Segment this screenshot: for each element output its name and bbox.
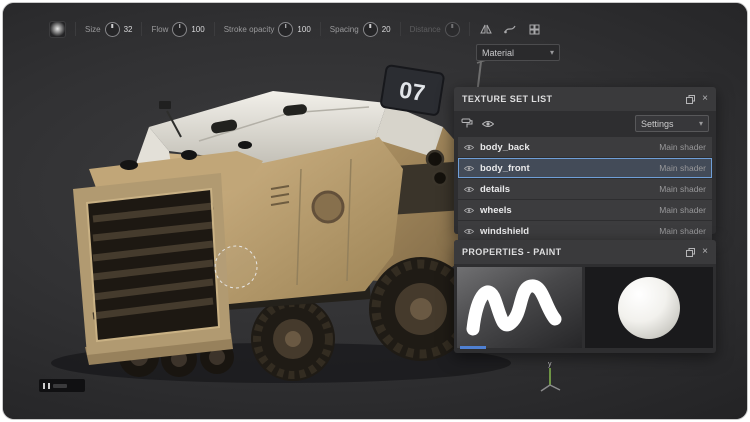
texture-set-name: body_back: [480, 142, 530, 153]
float-panel-icon[interactable]: [686, 95, 695, 104]
spacing-control[interactable]: Spacing 20: [330, 22, 391, 37]
visibility-eye-icon[interactable]: [464, 144, 474, 151]
size-value: 32: [124, 25, 133, 34]
material-dropdown[interactable]: Material ▾: [476, 44, 560, 61]
texture-set-row[interactable]: body_back Main shader: [458, 137, 712, 157]
texture-set-rows: body_back Main shader body_front Main sh…: [454, 136, 716, 243]
brush-stroke-preview[interactable]: [457, 267, 582, 348]
visibility-eye-icon[interactable]: [464, 228, 474, 235]
texture-set-row[interactable]: wheels Main shader: [458, 200, 712, 220]
texture-set-list-header: TEXTURE SET LIST ×: [454, 87, 716, 111]
vehicle-number: 07: [398, 76, 427, 106]
pause-button[interactable]: [39, 379, 85, 392]
stroke-opacity-knob[interactable]: [278, 22, 293, 37]
texture-set-name: windshield: [480, 226, 529, 237]
material-sphere-preview[interactable]: [585, 267, 713, 348]
texture-set-name: details: [480, 184, 510, 195]
pause-icon: [48, 383, 50, 389]
visibility-eye-icon[interactable]: [464, 165, 474, 172]
visibility-eye-icon[interactable]: [464, 186, 474, 193]
settings-dropdown[interactable]: Settings ▾: [635, 115, 709, 132]
material-dropdown-label: Material: [482, 48, 514, 58]
texture-set-shader: Main shader: [659, 163, 706, 173]
flow-label: Flow: [151, 25, 168, 34]
properties-header: PROPERTIES - PAINT ×: [454, 240, 716, 264]
stroke-opacity-control[interactable]: Stroke opacity 100: [224, 22, 311, 37]
spacing-value: 20: [382, 25, 391, 34]
texture-set-row[interactable]: details Main shader: [458, 179, 712, 199]
distance-control[interactable]: Distance: [410, 22, 460, 37]
close-icon[interactable]: ×: [702, 247, 708, 257]
divider: [141, 22, 142, 36]
properties-paint-panel: PROPERTIES - PAINT ×: [454, 240, 716, 353]
stroke-opacity-value: 100: [297, 25, 310, 34]
distance-knob[interactable]: [445, 22, 460, 37]
divider: [400, 22, 401, 36]
texture-set-toolbar: Settings ▾: [454, 111, 716, 136]
distance-label: Distance: [410, 25, 441, 34]
spacing-knob[interactable]: [363, 22, 378, 37]
flow-control[interactable]: Flow 100: [151, 22, 204, 37]
scroll-indicator[interactable]: [460, 346, 486, 349]
spacing-label: Spacing: [330, 25, 359, 34]
app-window: 07 y Size 32 Flow: [2, 2, 748, 420]
texture-set-list-panel: TEXTURE SET LIST × Settings ▾ body_back …: [454, 87, 716, 234]
brush-cursor: [215, 246, 257, 288]
texture-set-row[interactable]: body_front Main shader: [458, 158, 712, 178]
texture-set-row[interactable]: windshield Main shader: [458, 221, 712, 241]
properties-body: [454, 264, 716, 351]
close-icon[interactable]: ×: [702, 94, 708, 104]
grid-icon[interactable]: [527, 22, 542, 37]
visibility-eye-icon[interactable]: [464, 207, 474, 214]
texture-set-shader: Main shader: [659, 184, 706, 194]
size-label: Size: [85, 25, 101, 34]
panel-title: TEXTURE SET LIST: [462, 94, 679, 104]
eye-icon[interactable]: [482, 120, 494, 128]
divider: [75, 22, 76, 36]
axis-y-label: y: [548, 361, 552, 368]
texture-set-shader: Main shader: [659, 226, 706, 236]
panel-title: PROPERTIES - PAINT: [462, 247, 679, 257]
chip-decoration: [53, 384, 67, 388]
lazy-mouse-icon[interactable]: [503, 22, 518, 37]
pause-icon: [43, 383, 45, 389]
stroke-opacity-label: Stroke opacity: [224, 25, 275, 34]
chevron-down-icon: ▾: [699, 120, 703, 128]
symmetry-icon[interactable]: [479, 22, 494, 37]
size-control[interactable]: Size 32: [85, 22, 132, 37]
chevron-down-icon: ▾: [550, 49, 554, 57]
axis-gizmo[interactable]: y: [537, 359, 565, 393]
divider: [469, 22, 470, 36]
divider: [214, 22, 215, 36]
float-panel-icon[interactable]: [686, 248, 695, 257]
texture-set-shader: Main shader: [659, 205, 706, 215]
brush-tip-preview-icon[interactable]: [49, 21, 66, 38]
material-sphere: [618, 277, 680, 339]
texture-set-name: wheels: [480, 205, 512, 216]
divider: [320, 22, 321, 36]
paint-roller-icon[interactable]: [461, 118, 473, 129]
flow-knob[interactable]: [172, 22, 187, 37]
flow-value: 100: [191, 25, 204, 34]
number-badge: 07: [380, 65, 444, 116]
texture-set-shader: Main shader: [659, 142, 706, 152]
settings-label: Settings: [641, 119, 674, 129]
size-knob[interactable]: [105, 22, 120, 37]
texture-set-name: body_front: [480, 163, 530, 174]
brush-toolbar: Size 32 Flow 100 Stroke opacity 100 Spac…: [49, 16, 542, 42]
